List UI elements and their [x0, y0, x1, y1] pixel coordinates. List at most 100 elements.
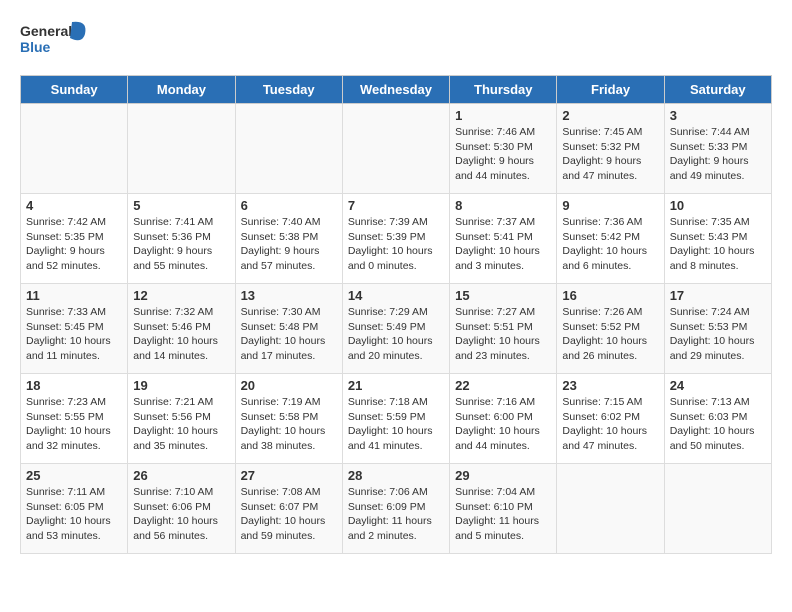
header: General Blue: [20, 20, 772, 65]
table-cell: [664, 464, 771, 554]
table-cell: [128, 104, 235, 194]
day-info: Sunrise: 7:32 AMSunset: 5:46 PMDaylight:…: [133, 305, 229, 364]
table-cell: 1 Sunrise: 7:46 AMSunset: 5:30 PMDaylight…: [450, 104, 557, 194]
table-cell: 16 Sunrise: 7:26 AMSunset: 5:52 PMDayligh…: [557, 284, 664, 374]
table-cell: 12 Sunrise: 7:32 AMSunset: 5:46 PMDayligh…: [128, 284, 235, 374]
day-number: 27: [241, 468, 337, 483]
table-cell: 22Sunrise: 7:16 AMSunset: 6:00 PMDayligh…: [450, 374, 557, 464]
day-info: Sunrise: 7:11 AMSunset: 6:05 PMDaylight:…: [26, 485, 122, 544]
day-info: Sunrise: 7:19 AMSunset: 5:58 PMDaylight:…: [241, 395, 337, 454]
table-cell: 9 Sunrise: 7:36 AMSunset: 5:42 PMDaylight…: [557, 194, 664, 284]
day-number: 11: [26, 288, 122, 303]
day-info: Sunrise: 7:27 AMSunset: 5:51 PMDaylight:…: [455, 305, 551, 364]
day-number: 21: [348, 378, 444, 393]
weekday-header-friday: Friday: [557, 76, 664, 104]
day-info: Sunrise: 7:23 AMSunset: 5:55 PMDaylight:…: [26, 395, 122, 454]
weekday-header-saturday: Saturday: [664, 76, 771, 104]
svg-text:Blue: Blue: [20, 39, 51, 55]
day-number: 20: [241, 378, 337, 393]
week-row-4: 18 Sunrise: 7:23 AMSunset: 5:55 PMDayligh…: [21, 374, 772, 464]
table-cell: 29 Sunrise: 7:04 AMSunset: 6:10 PMDayligh…: [450, 464, 557, 554]
day-number: 1: [455, 108, 551, 123]
day-number: 19: [133, 378, 229, 393]
day-info: Sunrise: 7:08 AMSunset: 6:07 PMDaylight:…: [241, 485, 337, 544]
day-info: Sunrise: 7:39 AMSunset: 5:39 PMDaylight:…: [348, 215, 444, 274]
table-cell: 2 Sunrise: 7:45 AMSunset: 5:32 PMDaylight…: [557, 104, 664, 194]
day-number: 13: [241, 288, 337, 303]
weekday-header-tuesday: Tuesday: [235, 76, 342, 104]
day-info: Sunrise: 7:46 AMSunset: 5:30 PMDaylight:…: [455, 125, 551, 184]
day-number: 23: [562, 378, 658, 393]
day-info: Sunrise: 7:04 AMSunset: 6:10 PMDaylight:…: [455, 485, 551, 544]
table-cell: 27 Sunrise: 7:08 AMSunset: 6:07 PMDayligh…: [235, 464, 342, 554]
table-cell: 4 Sunrise: 7:42 AMSunset: 5:35 PMDaylight…: [21, 194, 128, 284]
day-info: Sunrise: 7:18 AMSunset: 5:59 PMDaylight:…: [348, 395, 444, 454]
logo-svg: General Blue: [20, 20, 90, 65]
day-number: 6: [241, 198, 337, 213]
table-cell: 10 Sunrise: 7:35 AMSunset: 5:43 PMDayligh…: [664, 194, 771, 284]
week-row-2: 4 Sunrise: 7:42 AMSunset: 5:35 PMDaylight…: [21, 194, 772, 284]
day-info: Sunrise: 7:06 AMSunset: 6:09 PMDaylight:…: [348, 485, 444, 544]
table-cell: 24 Sunrise: 7:13 AMSunset: 6:03 PMDayligh…: [664, 374, 771, 464]
day-info: Sunrise: 7:42 AMSunset: 5:35 PMDaylight:…: [26, 215, 122, 274]
table-cell: 25Sunrise: 7:11 AMSunset: 6:05 PMDayligh…: [21, 464, 128, 554]
table-cell: 14Sunrise: 7:29 AMSunset: 5:49 PMDayligh…: [342, 284, 449, 374]
calendar-table: SundayMondayTuesdayWednesdayThursdayFrid…: [20, 75, 772, 554]
logo: General Blue: [20, 20, 90, 65]
day-number: 12: [133, 288, 229, 303]
day-number: 5: [133, 198, 229, 213]
weekday-header-row: SundayMondayTuesdayWednesdayThursdayFrid…: [21, 76, 772, 104]
day-number: 4: [26, 198, 122, 213]
day-info: Sunrise: 7:24 AMSunset: 5:53 PMDaylight:…: [670, 305, 766, 364]
day-number: 3: [670, 108, 766, 123]
table-cell: [557, 464, 664, 554]
day-number: 8: [455, 198, 551, 213]
day-number: 29: [455, 468, 551, 483]
day-info: Sunrise: 7:35 AMSunset: 5:43 PMDaylight:…: [670, 215, 766, 274]
table-cell: 3 Sunrise: 7:44 AMSunset: 5:33 PMDaylight…: [664, 104, 771, 194]
day-info: Sunrise: 7:30 AMSunset: 5:48 PMDaylight:…: [241, 305, 337, 364]
day-info: Sunrise: 7:10 AMSunset: 6:06 PMDaylight:…: [133, 485, 229, 544]
day-number: 15: [455, 288, 551, 303]
table-cell: 6 Sunrise: 7:40 AMSunset: 5:38 PMDaylight…: [235, 194, 342, 284]
table-cell: 8 Sunrise: 7:37 AMSunset: 5:41 PMDaylight…: [450, 194, 557, 284]
day-info: Sunrise: 7:40 AMSunset: 5:38 PMDaylight:…: [241, 215, 337, 274]
day-number: 18: [26, 378, 122, 393]
day-number: 10: [670, 198, 766, 213]
day-info: Sunrise: 7:36 AMSunset: 5:42 PMDaylight:…: [562, 215, 658, 274]
table-cell: 11Sunrise: 7:33 AMSunset: 5:45 PMDayligh…: [21, 284, 128, 374]
table-cell: 23 Sunrise: 7:15 AMSunset: 6:02 PMDayligh…: [557, 374, 664, 464]
day-info: Sunrise: 7:13 AMSunset: 6:03 PMDaylight:…: [670, 395, 766, 454]
day-number: 24: [670, 378, 766, 393]
day-info: Sunrise: 7:21 AMSunset: 5:56 PMDaylight:…: [133, 395, 229, 454]
week-row-1: 1 Sunrise: 7:46 AMSunset: 5:30 PMDaylight…: [21, 104, 772, 194]
table-cell: 5Sunrise: 7:41 AMSunset: 5:36 PMDaylight…: [128, 194, 235, 284]
day-info: Sunrise: 7:44 AMSunset: 5:33 PMDaylight:…: [670, 125, 766, 184]
table-cell: 18 Sunrise: 7:23 AMSunset: 5:55 PMDayligh…: [21, 374, 128, 464]
table-cell: 20 Sunrise: 7:19 AMSunset: 5:58 PMDayligh…: [235, 374, 342, 464]
table-cell: 15 Sunrise: 7:27 AMSunset: 5:51 PMDayligh…: [450, 284, 557, 374]
weekday-header-thursday: Thursday: [450, 76, 557, 104]
day-info: Sunrise: 7:45 AMSunset: 5:32 PMDaylight:…: [562, 125, 658, 184]
week-row-5: 25Sunrise: 7:11 AMSunset: 6:05 PMDayligh…: [21, 464, 772, 554]
table-cell: [342, 104, 449, 194]
svg-text:General: General: [20, 23, 72, 39]
day-number: 2: [562, 108, 658, 123]
day-info: Sunrise: 7:16 AMSunset: 6:00 PMDaylight:…: [455, 395, 551, 454]
table-cell: [21, 104, 128, 194]
day-info: Sunrise: 7:29 AMSunset: 5:49 PMDaylight:…: [348, 305, 444, 364]
day-number: 26: [133, 468, 229, 483]
day-number: 9: [562, 198, 658, 213]
day-number: 16: [562, 288, 658, 303]
day-info: Sunrise: 7:37 AMSunset: 5:41 PMDaylight:…: [455, 215, 551, 274]
day-number: 7: [348, 198, 444, 213]
table-cell: 7 Sunrise: 7:39 AMSunset: 5:39 PMDaylight…: [342, 194, 449, 284]
table-cell: 17Sunrise: 7:24 AMSunset: 5:53 PMDayligh…: [664, 284, 771, 374]
table-cell: 19 Sunrise: 7:21 AMSunset: 5:56 PMDayligh…: [128, 374, 235, 464]
table-cell: [235, 104, 342, 194]
day-info: Sunrise: 7:15 AMSunset: 6:02 PMDaylight:…: [562, 395, 658, 454]
table-cell: 28Sunrise: 7:06 AMSunset: 6:09 PMDayligh…: [342, 464, 449, 554]
weekday-header-wednesday: Wednesday: [342, 76, 449, 104]
table-cell: 26 Sunrise: 7:10 AMSunset: 6:06 PMDayligh…: [128, 464, 235, 554]
day-info: Sunrise: 7:26 AMSunset: 5:52 PMDaylight:…: [562, 305, 658, 364]
